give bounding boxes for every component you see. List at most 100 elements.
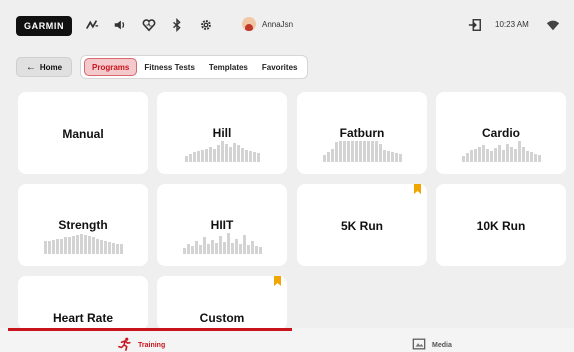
heart-icon[interactable] [141,17,157,33]
profile-bar [386,151,390,162]
bottom-nav-label: Training [138,341,166,349]
profile-bar [485,149,489,162]
profile-bar [75,235,79,254]
profile-bar [224,144,228,162]
profile-bar [210,240,214,254]
profile-bar [338,141,342,162]
profile-bar [111,243,115,254]
profile-bar [513,149,517,162]
program-card-heart-rate[interactable]: Heart Rate [18,276,148,330]
profile-bar [461,156,465,162]
intensity-profile [307,140,417,162]
profile-bar [529,152,533,162]
tab-programs[interactable]: Programs [84,58,138,76]
program-title: Cardio [481,126,520,140]
profile-bar [509,147,513,162]
clock: 10:23 AM [495,20,529,29]
profile-bar [59,239,63,254]
intensity-profile [167,140,277,162]
activity-icon[interactable] [84,17,100,33]
program-title: Strength [58,218,108,232]
profile-bar [358,141,362,162]
profile-bar [254,246,258,254]
profile-bar [354,141,358,162]
intensity-profile [167,232,277,254]
profile-bar [497,145,501,162]
wifi-icon[interactable] [545,17,561,33]
profile-bar [226,233,230,254]
profile-bar [533,154,537,162]
profile-bar [493,148,497,162]
logout-icon[interactable] [467,17,483,33]
program-card-fatburn[interactable]: Fatburn [297,92,427,174]
volume-icon[interactable] [112,17,128,33]
program-card-5k-run[interactable]: 5K Run [297,184,427,266]
profile-bar [326,152,330,162]
bluetooth-icon[interactable] [169,17,185,33]
profile-bar [525,151,529,162]
profile-bar [194,241,198,254]
program-title: Heart Rate [52,311,114,325]
program-card-hiit[interactable]: HIIT [157,184,287,266]
profile-bar [206,244,210,254]
profile-bar [390,152,394,162]
gear-icon[interactable] [198,17,214,33]
program-card-custom[interactable]: Custom [157,276,287,330]
profile-bar [382,150,386,162]
profile-bar [465,153,469,162]
bottom-nav-media[interactable]: Media [412,337,452,352]
profile-bar [107,242,111,254]
profile-bar [214,243,218,254]
program-card-strength[interactable]: Strength [18,184,148,266]
media-icon [412,337,426,352]
bottom-nav-label: Media [432,341,452,349]
profile-bar [220,141,224,162]
profile-bar [517,141,521,162]
profile-bar [232,143,236,162]
profile-bar [242,235,246,254]
program-card-cardio[interactable]: Cardio [436,92,566,174]
program-card-10k-run[interactable]: 10K Run [436,184,566,266]
profile-bar [95,239,99,254]
tab-favorites[interactable]: Favorites [255,58,305,76]
bookmark-icon[interactable] [274,276,281,286]
profile-bar [250,241,254,254]
program-card-hill[interactable]: Hill [157,92,287,174]
profile-bar [91,237,95,254]
profile-bar [234,239,238,254]
profile-bar [469,150,473,162]
program-title: Hill [212,126,232,140]
profile-bar [378,144,382,162]
profile-bar [394,153,398,162]
profile-bar [71,236,75,254]
home-button[interactable]: ← Home [16,57,72,77]
profile-bar [252,152,256,162]
program-card-manual[interactable]: Manual [18,92,148,174]
profile-bar [216,145,220,162]
tab-fitness-tests[interactable]: Fitness Tests [137,58,202,76]
profile-bar [63,237,67,254]
profile-bar [342,141,346,162]
runner-icon [118,337,132,352]
profile-bar [196,151,200,162]
profile-bar [236,145,240,162]
profile-bar [521,147,525,162]
profile-bar [244,150,248,162]
tab-templates[interactable]: Templates [202,58,255,76]
intensity-profile [28,232,138,254]
username[interactable]: AnnaJsn [262,20,293,29]
intensity-profile [446,140,556,162]
home-label: Home [39,62,63,72]
tab-bar: Programs Fitness Tests Templates Favorit… [80,55,309,79]
active-tab-indicator [8,328,292,331]
bottom-nav-training[interactable]: Training [118,337,165,352]
profile-bar [346,141,350,162]
profile-bar [238,244,242,254]
profile-bar [505,144,509,162]
profile-bar [246,245,250,254]
program-title: Custom [199,311,245,325]
avatar[interactable] [242,17,256,31]
profile-bar [473,149,477,162]
bookmark-icon[interactable] [414,184,421,194]
profile-bar [230,243,234,254]
